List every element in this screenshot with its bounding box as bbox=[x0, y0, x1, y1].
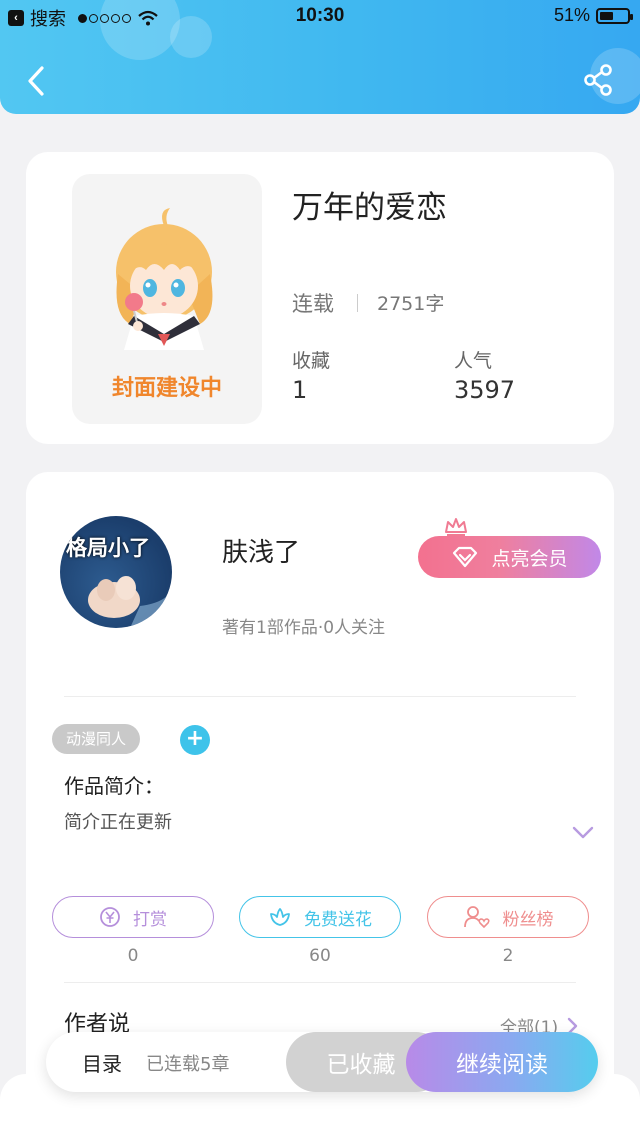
fans-rank-button[interactable]: 粉丝榜 bbox=[427, 896, 589, 938]
category-tag[interactable]: 动漫同人 bbox=[52, 724, 141, 754]
diamond-icon bbox=[453, 546, 478, 568]
add-tag-button[interactable]: + bbox=[180, 725, 210, 755]
avatar[interactable]: 格局小了 bbox=[60, 516, 172, 628]
send-flower-label: 免费送花 bbox=[304, 909, 372, 930]
continue-reading-label: 继续阅读 bbox=[456, 1052, 548, 1078]
collected-label: 已收藏 bbox=[326, 1052, 396, 1078]
divider bbox=[357, 294, 358, 312]
favorites-count: 1 bbox=[292, 376, 308, 404]
vip-button[interactable]: 点亮会员 bbox=[418, 536, 601, 578]
book-cover[interactable]: 封面建设中 bbox=[72, 174, 262, 424]
expand-chevron-down-icon[interactable] bbox=[572, 826, 594, 840]
status-time: 10:30 bbox=[295, 5, 345, 26]
book-word-count: 2751字 bbox=[377, 293, 445, 315]
continue-reading-button[interactable]: 继续阅读 bbox=[406, 1032, 598, 1092]
battery-icon bbox=[596, 7, 633, 24]
author-meta: 著有1部作品·0人关注 bbox=[222, 618, 386, 638]
status-bar: ‹ 搜索 10:30 51% bbox=[0, 0, 640, 34]
vip-button-label: 点亮会员 bbox=[491, 547, 568, 570]
reward-button[interactable]: 打赏 bbox=[52, 896, 214, 938]
popularity-count: 3597 bbox=[454, 376, 516, 404]
send-flower-button[interactable]: 免费送花 bbox=[239, 896, 401, 938]
book-title: 万年的爱恋 bbox=[292, 190, 447, 226]
chapter-count: 已连载5章 bbox=[146, 1054, 230, 1075]
divider bbox=[64, 696, 576, 697]
flower-icon bbox=[270, 908, 290, 926]
top-header: ‹ 搜索 10:30 51% bbox=[0, 0, 640, 114]
yen-coin-icon bbox=[100, 907, 120, 927]
share-icon[interactable] bbox=[582, 62, 616, 98]
flower-count: 60 bbox=[309, 946, 331, 966]
fans-rank-icon bbox=[463, 906, 490, 929]
author-name[interactable]: 肤浅了 bbox=[222, 532, 300, 569]
fans-rank-label: 粉丝榜 bbox=[502, 909, 554, 930]
reward-label: 打赏 bbox=[133, 909, 167, 930]
crown-icon bbox=[445, 518, 467, 536]
toc-button[interactable]: 目录 bbox=[82, 1048, 122, 1077]
battery-percent: 51% bbox=[553, 5, 590, 25]
avatar-image bbox=[88, 576, 172, 628]
book-info-card: 封面建设中 万年的爱恋 连载 2751字 收藏 1 人气 3597 bbox=[26, 152, 614, 444]
cover-placeholder-text: 封面建设中 bbox=[111, 376, 222, 401]
reward-count: 0 bbox=[127, 946, 139, 966]
book-status: 连载 bbox=[292, 292, 334, 316]
divider bbox=[64, 982, 576, 983]
intro-text: 简介正在更新 bbox=[64, 812, 172, 833]
back-arrow-icon[interactable] bbox=[22, 64, 52, 98]
bottom-action-bar: 目录 已连载5章 已收藏 继续阅读 bbox=[46, 1032, 598, 1092]
anime-girl-cover-image bbox=[116, 208, 213, 350]
fans-rank-count: 2 bbox=[502, 946, 514, 966]
intro-title: 作品简介： bbox=[64, 774, 164, 798]
favorites-label: 收藏 bbox=[292, 350, 331, 372]
popularity-label: 人气 bbox=[454, 350, 493, 372]
